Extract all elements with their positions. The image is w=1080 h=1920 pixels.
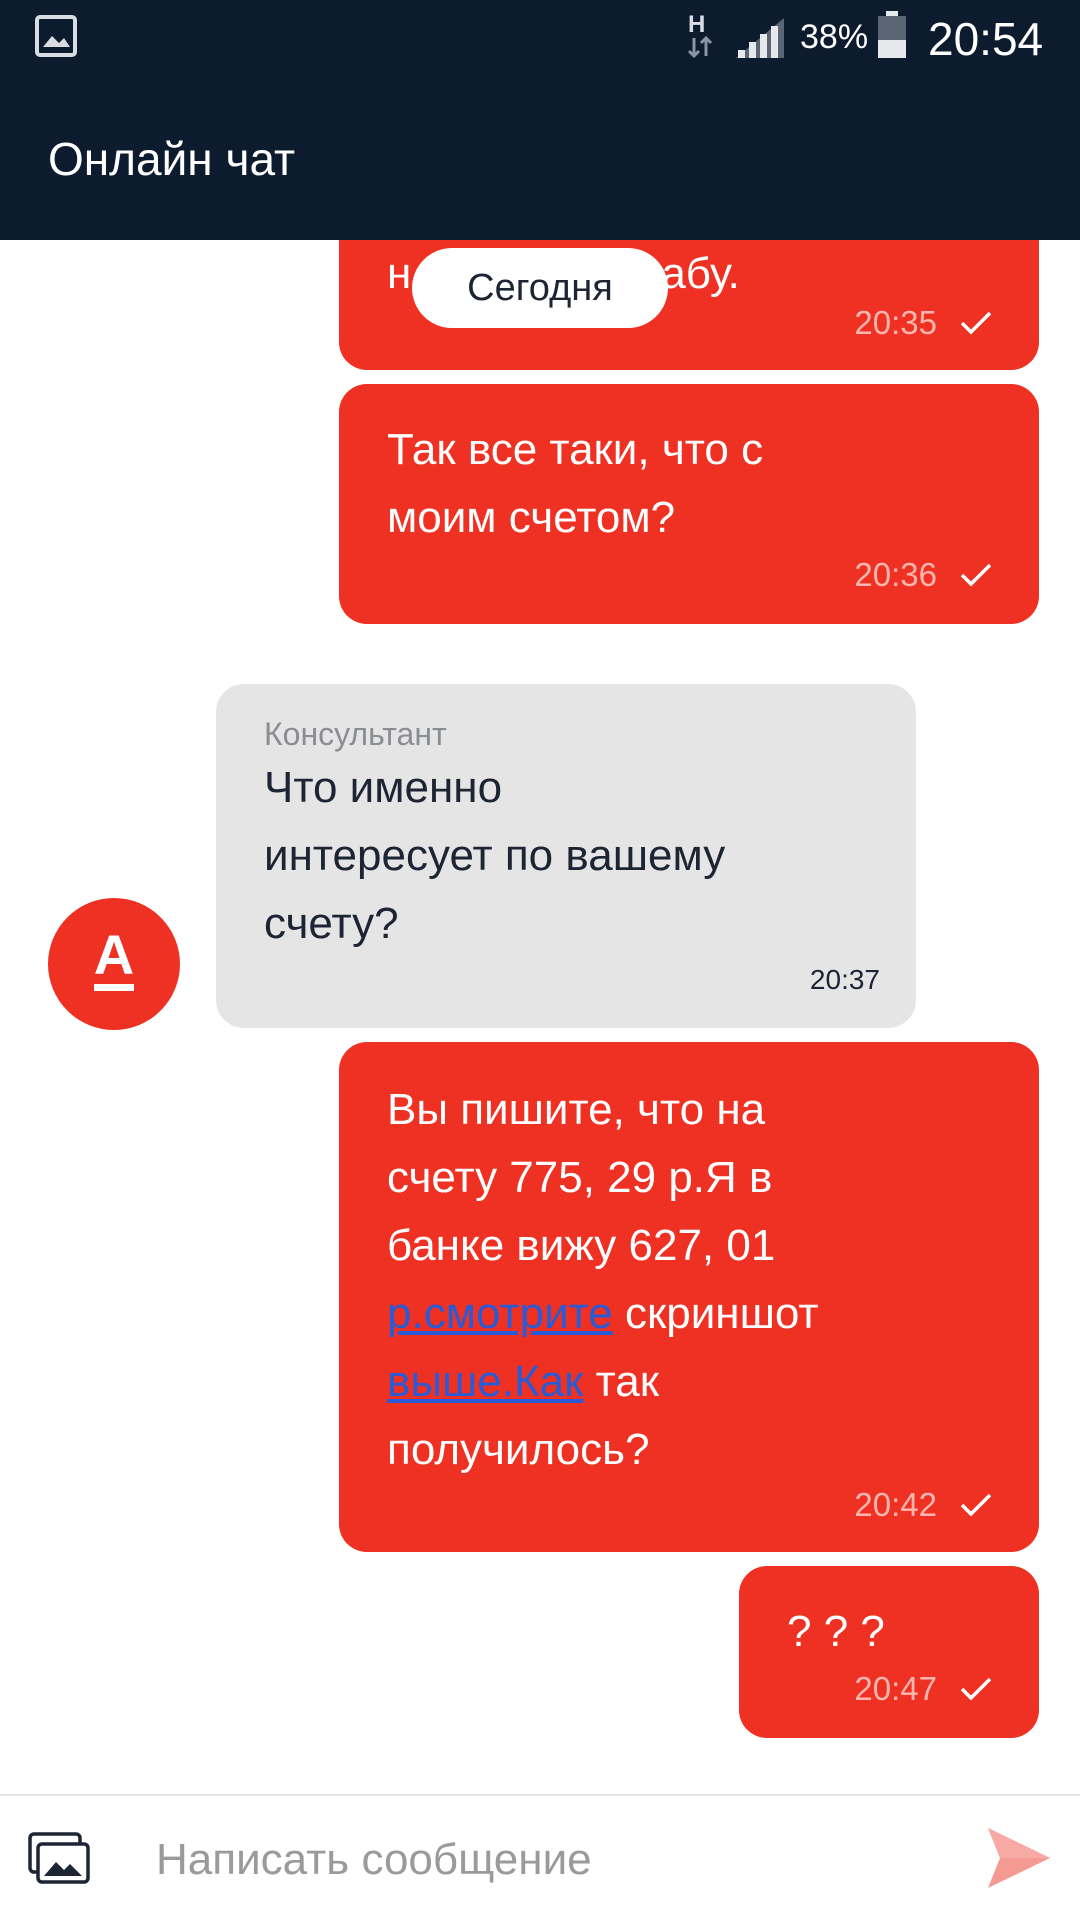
app-bar: Онлайн чат (0, 72, 1080, 240)
message-time: 20:47 (854, 1670, 937, 1707)
message-text: ? ? ? (787, 1607, 885, 1656)
delivered-check-icon (960, 1493, 992, 1517)
message-text-start: н (387, 249, 412, 298)
status-bar: H 38% 20:54 (0, 0, 1080, 72)
message-time: 20:42 (854, 1486, 937, 1523)
outgoing-message[interactable]: Так все таки, что с моим счетом? 20:36 (339, 384, 1039, 624)
message-time: 20:36 (854, 556, 937, 593)
message-sender: Консультант (264, 716, 447, 752)
battery-percentage: 38% (800, 18, 869, 56)
alfa-logo-icon: А (94, 923, 134, 991)
delivered-check-icon (960, 311, 992, 335)
message-time: 20:35 (854, 304, 937, 341)
attach-image-icon[interactable] (28, 1832, 92, 1886)
signal-strength-icon (736, 18, 784, 58)
message-input[interactable] (156, 1820, 936, 1900)
svg-text:А: А (94, 923, 134, 986)
battery-icon (878, 11, 906, 58)
message-time: 20:37 (809, 964, 880, 995)
message-link[interactable]: р.смотрите (387, 1289, 613, 1338)
delivered-check-icon (960, 563, 992, 587)
message-text: Что именно интересует по вашему счету? (264, 763, 726, 948)
message-text: Так все таки, что с моим счетом? (387, 425, 764, 542)
chat-messages[interactable]: н абу. 20:35 Сегодня Так все таки, что с … (0, 240, 1080, 1794)
page-title: Онлайн чат (48, 133, 296, 185)
delivered-check-icon (960, 1677, 992, 1701)
send-icon[interactable] (986, 1826, 1052, 1890)
network-type-icon: H (687, 11, 713, 59)
message-composer (0, 1794, 1080, 1920)
gallery-notification-icon (35, 15, 77, 57)
message-text: Вы пишите, что на счету 775, 29 р.Я в ба… (387, 1085, 819, 1474)
status-clock: 20:54 (928, 13, 1044, 65)
outgoing-message[interactable]: Вы пишите, что на счету 775, 29 р.Я в ба… (339, 1042, 1039, 1552)
date-separator: Сегодня (412, 248, 668, 328)
message-link[interactable]: выше.Как (387, 1357, 583, 1406)
svg-text:H: H (688, 11, 705, 38)
outgoing-message[interactable]: ? ? ? 20:47 (739, 1566, 1039, 1738)
incoming-message[interactable]: Консультант Что именно интересует по ваш… (216, 684, 916, 1028)
bank-logo-avatar: А (48, 898, 180, 1030)
message-text-end: абу. (661, 249, 740, 298)
